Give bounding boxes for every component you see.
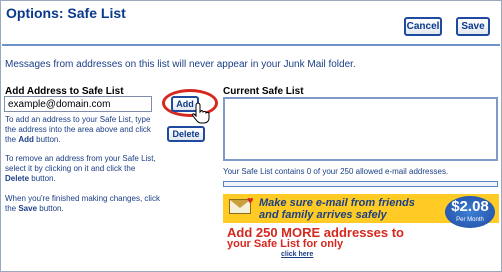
page-title: Options: Safe List (6, 5, 126, 21)
help-remove-pre: To remove an address from your Safe List… (5, 154, 156, 173)
usage-bar (223, 181, 498, 187)
options-window: Options: Safe List Cancel Save Messages … (0, 0, 502, 272)
help-done-text: When you're finished making changes, cli… (5, 194, 160, 214)
ad-bottom-band: Add 250 MORE addresses to your Safe List… (223, 223, 499, 260)
current-safe-list-label: Current Safe List (223, 86, 304, 97)
hand-cursor-icon (192, 102, 210, 124)
safe-list-box[interactable] (223, 97, 498, 161)
ad-line2: and family arrives safely (259, 209, 387, 221)
help-done-bold: Save (18, 204, 38, 213)
ad-main-line2: your Safe List for only (227, 238, 344, 250)
ad-price-period: Per Month (456, 217, 484, 223)
help-remove-bold: Delete (5, 174, 30, 183)
ad-price: $2.08 (451, 198, 489, 215)
help-remove-text: To remove an address from your Safe List… (5, 154, 160, 184)
heart-icon: ♥ (247, 195, 254, 207)
ad-click-here-link[interactable]: click here (281, 251, 313, 258)
safe-list-count: Your Safe List contains 0 of your 250 al… (223, 167, 449, 176)
help-add-post: button. (33, 135, 61, 144)
price-badge: $2.08 Per Month (445, 196, 495, 228)
ad-line1: Make sure e-mail from friends (259, 197, 415, 209)
help-remove-post: button. (29, 174, 56, 183)
help-add-text: To add an address to your Safe List, typ… (5, 115, 160, 145)
header-divider (2, 44, 500, 46)
upgrade-ad-banner[interactable]: ♥ Make sure e-mail from friends and fami… (223, 194, 499, 260)
info-text: Messages from addresses on this list wil… (5, 59, 356, 70)
cancel-button[interactable]: Cancel (404, 17, 442, 36)
address-input[interactable] (4, 96, 152, 112)
help-done-post: button. (37, 204, 64, 213)
save-button[interactable]: Save (456, 17, 490, 36)
help-add-bold: Add (18, 135, 34, 144)
delete-button[interactable]: Delete (167, 126, 205, 142)
